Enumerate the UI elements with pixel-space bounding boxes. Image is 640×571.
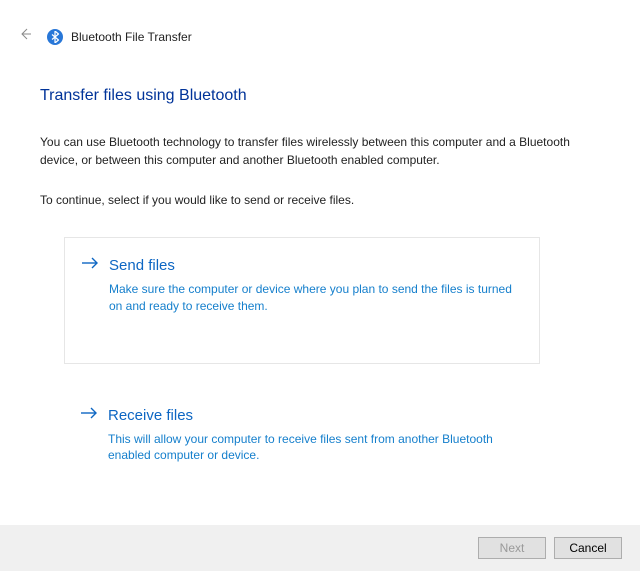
back-button[interactable] <box>17 26 33 47</box>
instruction-text: To continue, select if you would like to… <box>40 193 600 207</box>
arrow-right-icon <box>81 256 99 275</box>
option-receive-files[interactable]: Receive files This will allow your compu… <box>64 388 540 479</box>
option-description: This will allow your computer to receive… <box>108 431 524 465</box>
bluetooth-icon <box>47 29 63 45</box>
intro-text: You can use Bluetooth technology to tran… <box>40 133 600 169</box>
option-description: Make sure the computer or device where y… <box>109 281 523 315</box>
option-title: Receive files <box>108 407 193 424</box>
option-send-files[interactable]: Send files Make sure the computer or dev… <box>64 237 540 364</box>
window-title: Bluetooth File Transfer <box>71 30 192 44</box>
cancel-button[interactable]: Cancel <box>554 537 622 559</box>
footer-bar: Next Cancel <box>0 525 640 571</box>
option-title: Send files <box>109 257 175 274</box>
arrow-right-icon <box>80 406 98 425</box>
page-title: Transfer files using Bluetooth <box>40 87 600 105</box>
next-button[interactable]: Next <box>478 537 546 559</box>
